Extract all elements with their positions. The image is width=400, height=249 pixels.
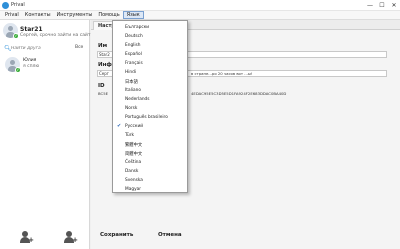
checkmark-icon: ✔ [117,123,122,129]
language-option[interactable]: Español [125,52,142,57]
menu-contacts[interactable]: Контакты [22,11,54,19]
name-section-label: Им [98,43,108,49]
language-option[interactable]: Deutsch [125,34,143,39]
maximize-button[interactable]: ☐ [376,0,388,11]
id-value-tail: 4EDAC95E5C3D5E5D1FA924F2E683DDAC0BA40D [191,91,287,96]
add-contact-button[interactable]: + [18,231,34,244]
contact-filter[interactable]: Все [75,45,83,50]
language-dropdown: Български Deutsch English Español França… [112,20,188,193]
language-option[interactable]: Italiano [125,88,141,93]
plus-icon: + [72,236,78,244]
app-logo-icon [2,2,9,9]
my-name: Star21 [20,26,43,33]
id-label: ID [98,83,105,89]
language-option[interactable]: 日本語 [125,79,138,85]
language-option[interactable]: Português brasileiro [125,115,168,120]
info-field-tail: в стране...ро 20 часов вот ...ы! [191,71,253,76]
menu-bar: Prival Контакты Инструменты Помощь Язык [0,11,400,20]
menu-help[interactable]: Помощь [95,11,122,19]
plus-icon: + [28,236,34,244]
online-status-icon: ✓ [15,67,21,73]
language-option[interactable]: 简體中文 [125,151,142,157]
language-option[interactable]: Čeština [125,160,141,165]
title-bar: Prival — ☐ ✕ [0,0,400,11]
save-button[interactable]: Сохранить [100,232,133,238]
language-option[interactable]: 繁體中文 [125,142,142,148]
language-option[interactable]: Türk [125,133,134,138]
language-option[interactable]: English [125,43,141,48]
menu-prival[interactable]: Prival [2,11,22,19]
info-field-value: Серг [99,71,109,76]
window-title: Prival [11,2,25,8]
language-option[interactable]: Français [125,61,143,66]
language-option[interactable]: Hindi [125,70,136,75]
language-option[interactable]: Magyar [125,187,141,192]
menu-tools[interactable]: Инструменты [54,11,96,19]
language-option[interactable]: Nederlands [125,97,150,102]
language-option[interactable]: Български [125,25,149,30]
info-section-label: Инф [98,62,112,68]
cancel-button[interactable]: Отмена [158,232,182,238]
contacts-sidebar: ✓ Star21 Сергей, срочно зайти на сайт ва… [0,20,144,249]
language-option-selected[interactable]: Русский [125,124,143,129]
add-group-button[interactable]: + [62,231,78,244]
language-option[interactable]: Svenska [125,178,143,183]
menu-language[interactable]: Язык [122,11,144,19]
close-button[interactable]: ✕ [388,0,400,11]
id-value: BC5E [98,91,109,96]
online-status-icon: ✓ [13,33,19,39]
contact-name[interactable]: Юлия [23,58,36,63]
contact-search-input[interactable] [11,45,66,51]
language-option[interactable]: Norsk [125,106,137,111]
language-option[interactable]: Dansk [125,169,138,174]
minimize-button[interactable]: — [364,0,376,11]
window-controls: — ☐ ✕ [364,0,400,11]
contact-status-text: я сплю [23,64,40,69]
